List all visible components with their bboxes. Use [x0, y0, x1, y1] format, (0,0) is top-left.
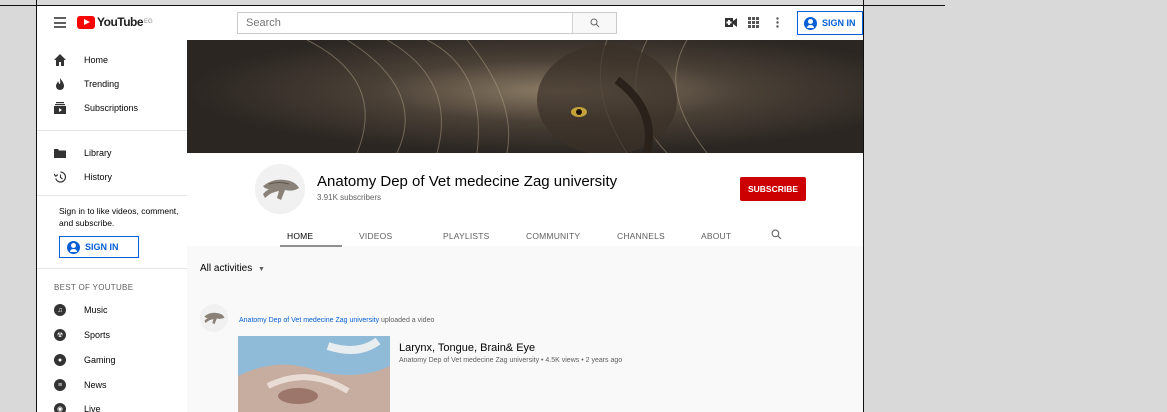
sidebar-item-label: Subscriptions [84, 103, 139, 113]
tab-home[interactable]: HOME [287, 231, 313, 241]
sidebar-item-sports[interactable]: ☢ Sports [37, 323, 187, 347]
news-icon: ≡ [54, 379, 66, 391]
live-icon: ◉ [54, 403, 66, 412]
channel-search-icon[interactable] [771, 229, 782, 240]
sign-in-button[interactable]: SIGN IN [797, 11, 863, 35]
home-icon [54, 54, 66, 66]
sidebar-divider [37, 130, 187, 131]
account-icon [67, 240, 80, 254]
channel-title: Anatomy Dep of Vet medecine Zag universi… [317, 173, 618, 190]
tab-community[interactable]: COMMUNITY [526, 231, 580, 241]
feed-activity-line: Anatomy Dep of Vet medecine Zag universi… [239, 317, 434, 324]
sidebar-item-label: History [84, 172, 113, 182]
sidebar-item-label: Gaming [84, 355, 116, 365]
sidebar-item-subscriptions[interactable]: Subscriptions [37, 96, 187, 120]
sidebar-sign-in-button[interactable]: SIGN IN [59, 236, 139, 258]
specimen-avatar-image [200, 304, 228, 332]
music-icon: ♫ [54, 304, 66, 316]
video-thumbnail[interactable] [238, 336, 390, 412]
logo-region: EG [144, 19, 153, 25]
guide-sidebar: Home Trending Subscriptions Library Hist… [37, 40, 187, 412]
channel-header: Anatomy Dep of Vet medecine Zag universi… [187, 153, 863, 247]
activities-filter[interactable]: All activities ▼ [200, 263, 265, 274]
search-button[interactable] [572, 13, 616, 33]
feed-channel-avatar[interactable] [200, 304, 228, 332]
more-options-icon[interactable] [776, 17, 779, 28]
sidebar-item-music[interactable]: ♫ Music [37, 298, 187, 322]
sidebar-item-label: Trending [84, 79, 120, 89]
sidebar-divider [37, 195, 187, 196]
frame-border-app-right [863, 0, 864, 412]
subscriber-count: 3.91K subscribers [317, 193, 382, 202]
sidebar-item-label: Live [84, 404, 101, 412]
sidebar-item-label: Music [84, 305, 108, 315]
tab-playlists[interactable]: PLAYLISTS [443, 231, 490, 241]
sidebar-item-label: News [84, 380, 107, 390]
history-icon [54, 171, 66, 183]
sidebar-item-label: Sports [84, 330, 111, 340]
lion-artwork [187, 40, 863, 153]
subscribe-button[interactable]: SUBSCRIBE [740, 177, 806, 201]
sidebar-item-live[interactable]: ◉ Live [37, 397, 187, 412]
active-tab-indicator [280, 245, 342, 247]
play-logo-icon [77, 15, 95, 29]
tab-about[interactable]: ABOUT [701, 231, 731, 241]
video-metadata: Anatomy Dep of Vet medecine Zag universi… [399, 357, 623, 364]
sign-in-label: SIGN IN [822, 18, 856, 28]
folder-icon [54, 149, 66, 158]
youtube-logo[interactable]: YouTube EG [77, 15, 153, 29]
sidebar-item-history[interactable]: History [37, 165, 187, 189]
activities-label: All activities [200, 263, 253, 274]
caret-down-icon: ▼ [258, 266, 265, 273]
masthead: YouTube EG SIGN IN [37, 6, 863, 40]
sidebar-item-trending[interactable]: Trending [37, 72, 187, 96]
channel-banner-image [187, 40, 863, 153]
feed-action: uploaded a video [381, 317, 435, 324]
search-icon [590, 18, 599, 28]
youtube-window: YouTube EG SIGN IN [37, 6, 863, 412]
sidebar-item-label: Home [84, 55, 109, 65]
account-icon [804, 16, 817, 30]
sign-in-label: SIGN IN [85, 242, 119, 252]
dissection-thumbnail-image [238, 336, 390, 412]
sidebar-item-gaming[interactable]: ● Gaming [37, 348, 187, 372]
sign-in-prompt: Sign in to like videos, comment, and sub… [59, 206, 179, 228]
create-video-icon[interactable] [725, 18, 737, 27]
gaming-icon: ● [54, 354, 66, 366]
best-of-youtube-heading: BEST OF YOUTUBE [54, 283, 134, 292]
empty-side-pane [945, 0, 1167, 412]
sidebar-item-library[interactable]: Library [37, 141, 187, 165]
screenshot-frame: YouTube EG SIGN IN [0, 0, 1167, 412]
feed-channel-link[interactable]: Anatomy Dep of Vet medecine Zag universi… [239, 317, 379, 324]
search-input[interactable] [238, 13, 578, 33]
sidebar-item-label: Library [84, 148, 112, 158]
sidebar-item-home[interactable]: Home [37, 48, 187, 72]
search-box [237, 12, 617, 34]
sidebar-item-news[interactable]: ≡ News [37, 373, 187, 397]
apps-grid-icon[interactable] [748, 17, 759, 28]
menu-icon[interactable] [54, 17, 66, 28]
flame-icon [56, 78, 64, 90]
video-title[interactable]: Larynx, Tongue, Brain& Eye [399, 342, 535, 354]
sidebar-divider [37, 268, 187, 269]
sports-icon: ☢ [54, 329, 66, 341]
tab-channels[interactable]: CHANNELS [617, 231, 665, 241]
subscriptions-icon [54, 102, 66, 114]
specimen-avatar-image [255, 164, 305, 214]
logo-text: YouTube [97, 15, 144, 29]
tab-videos[interactable]: VIDEOS [359, 231, 392, 241]
channel-avatar[interactable] [255, 164, 305, 214]
